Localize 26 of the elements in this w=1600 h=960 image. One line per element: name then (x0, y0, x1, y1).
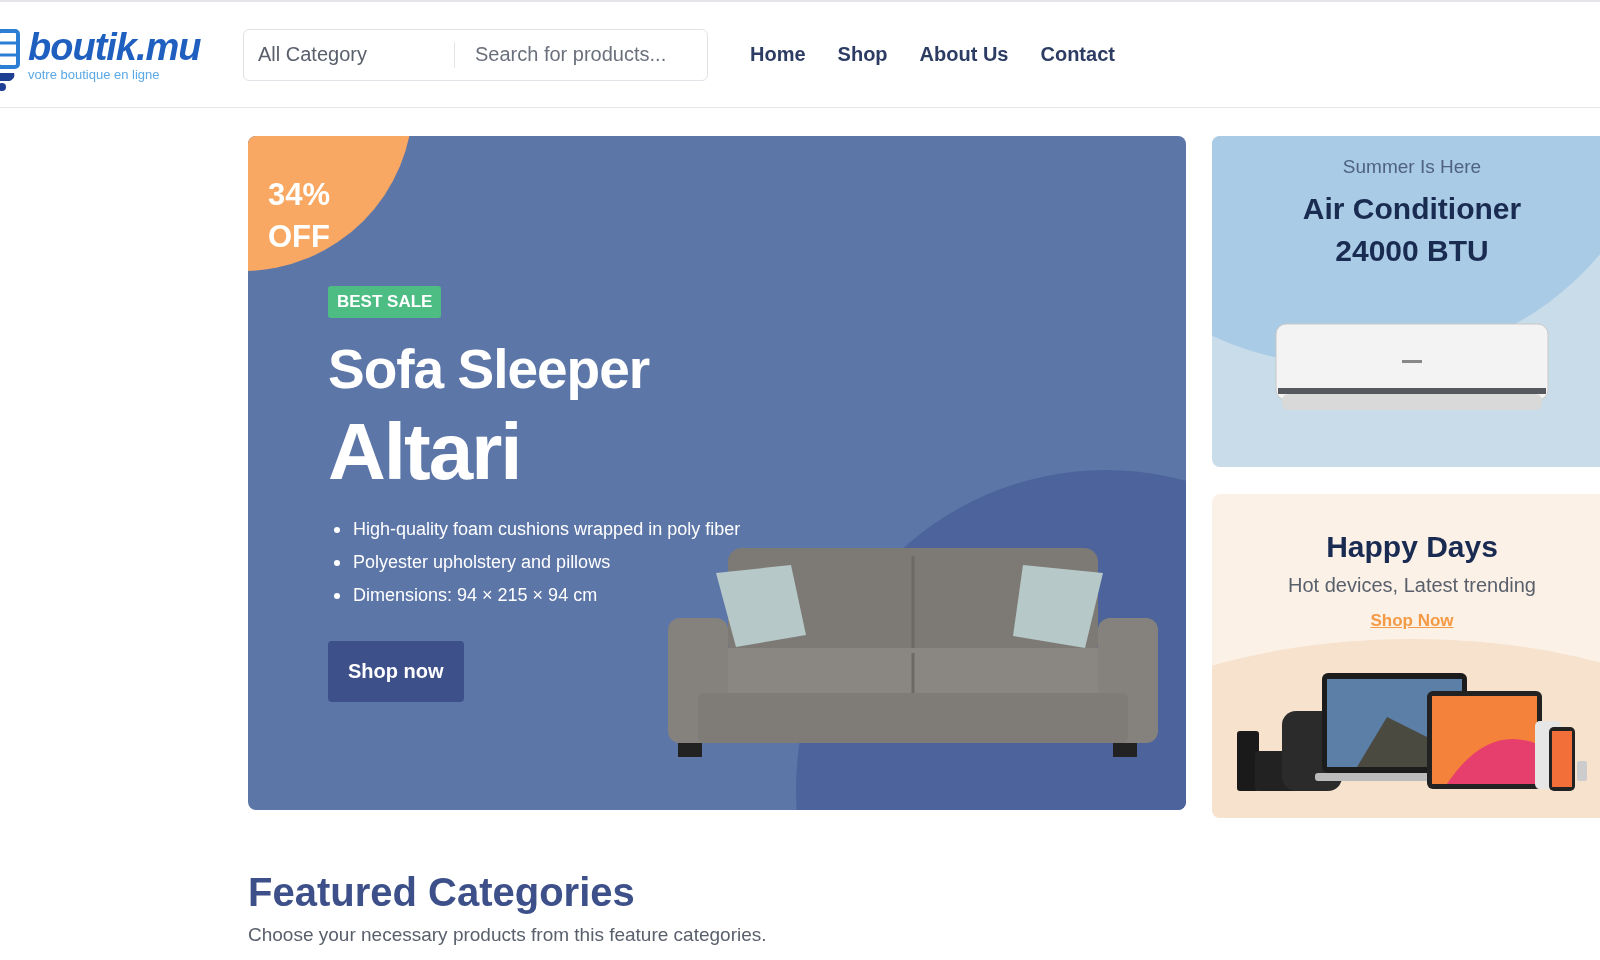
category-dropdown[interactable]: All Category (244, 42, 454, 67)
bullet-icon (334, 559, 340, 566)
section-title: Featured Categories (248, 869, 636, 916)
section-subtitle: Choose your necessary products from this feature categories. (248, 924, 768, 946)
feature-text: High-quality foam cushions wrapped in poly fiber (353, 518, 741, 541)
nav-link[interactable]: About Us (919, 43, 1009, 66)
logo-tagline: votre boutique en ligne (28, 67, 161, 82)
feature-text: Dimensions: 94 × 215 × 94 cm (353, 584, 598, 607)
shop-now-button[interactable]: Shop now (328, 641, 464, 702)
discount-value: 34% (268, 176, 331, 214)
nav-link[interactable]: Home (750, 43, 806, 66)
hero-subtitle: Altari (328, 406, 521, 498)
bullet-icon (334, 592, 340, 599)
card-title: Happy Days (1325, 529, 1499, 565)
best-sale-badge: BEST SALE (328, 286, 442, 318)
feature-text: Polyester upholstery and pillows (353, 551, 611, 574)
card-eyebrow: Summer Is Here (1342, 156, 1482, 178)
hero-title: Sofa Sleeper (328, 337, 650, 402)
card-title: Air Conditioner 24000 BTU (1301, 191, 1523, 269)
nav-link[interactable]: Contact (1040, 43, 1115, 66)
search-field[interactable]: All Category Search for products... (243, 28, 708, 81)
logo-wordmark[interactable]: boutik.mu (28, 27, 201, 67)
bullet-icon (334, 526, 340, 533)
discount-label: OFF (268, 218, 330, 256)
nav-link[interactable]: Shop (837, 43, 888, 66)
card-subtitle: Hot devices, Latest trending (1288, 574, 1536, 597)
